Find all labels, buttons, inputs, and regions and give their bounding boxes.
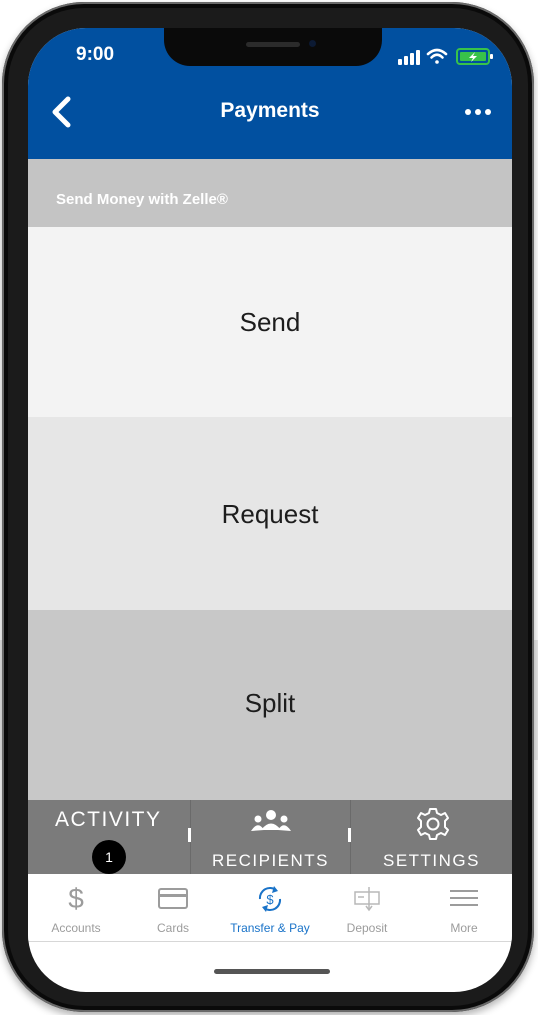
tab-settings[interactable]: SETTINGS bbox=[351, 800, 512, 874]
more-options-button[interactable] bbox=[460, 104, 496, 120]
page-title: Payments bbox=[220, 99, 320, 122]
svg-text:$: $ bbox=[68, 884, 84, 912]
transfer-pay-icon: $ bbox=[222, 884, 318, 912]
request-option[interactable]: Request bbox=[28, 417, 512, 610]
people-icon bbox=[251, 810, 291, 831]
nav-accounts[interactable]: $ Accounts bbox=[28, 874, 124, 941]
zelle-section-header: Send Money with Zelle® bbox=[28, 159, 512, 227]
deposit-icon bbox=[319, 884, 415, 912]
nav-transfer-pay[interactable]: $ Transfer & Pay bbox=[222, 874, 318, 941]
nav-cards[interactable]: Cards bbox=[125, 874, 221, 941]
settings-label: SETTINGS bbox=[382, 851, 480, 870]
nav-transfer-pay-label: Transfer & Pay bbox=[230, 921, 310, 935]
activity-label: ACTIVITY bbox=[55, 808, 162, 831]
status-icons bbox=[396, 46, 496, 66]
zelle-tab-bar: ACTIVITY 1 RECIPIENTS SETTINGS bbox=[28, 800, 512, 874]
section-header-text: Send Money with Zelle® bbox=[56, 191, 228, 208]
card-icon bbox=[125, 884, 221, 912]
dollar-icon: $ bbox=[28, 883, 124, 914]
tab-recipients[interactable]: RECIPIENTS bbox=[191, 800, 350, 874]
nav-deposit-label: Deposit bbox=[346, 921, 388, 935]
phone-frame: 9:00 Payments Send Money with Zelle® Sen… bbox=[2, 2, 534, 1012]
camera bbox=[309, 40, 316, 47]
app-screen: 9:00 Payments Send Money with Zelle® Sen… bbox=[28, 28, 512, 992]
activity-count-badge: 1 bbox=[92, 840, 126, 874]
nav-cards-label: Cards bbox=[156, 921, 189, 935]
home-indicator[interactable] bbox=[214, 969, 330, 974]
tab-activity[interactable]: ACTIVITY 1 bbox=[28, 800, 190, 874]
nav-more-label: More bbox=[450, 921, 478, 935]
nav-more[interactable]: More bbox=[416, 874, 512, 941]
split-label: Split bbox=[244, 688, 296, 718]
nav-deposit[interactable]: Deposit bbox=[319, 874, 415, 941]
gear-icon bbox=[417, 808, 449, 840]
header-bar: 9:00 Payments bbox=[28, 28, 512, 159]
notch bbox=[164, 28, 382, 66]
nav-accounts-label: Accounts bbox=[51, 921, 101, 935]
speaker bbox=[246, 42, 300, 47]
signal-icon bbox=[398, 50, 420, 65]
battery-icon bbox=[456, 48, 493, 65]
ellipsis-icon bbox=[465, 109, 491, 115]
wifi-icon bbox=[426, 48, 448, 64]
bottom-navigation: $ Accounts Cards $ Transfer & Pay Deposi… bbox=[28, 874, 512, 942]
send-label: Send bbox=[239, 307, 301, 337]
split-option[interactable]: Split bbox=[28, 610, 512, 800]
svg-text:$: $ bbox=[266, 892, 274, 907]
recipients-label: RECIPIENTS bbox=[211, 851, 330, 870]
send-option[interactable]: Send bbox=[28, 227, 512, 417]
menu-icon bbox=[416, 884, 512, 912]
request-label: Request bbox=[221, 499, 319, 529]
status-time: 9:00 bbox=[76, 44, 115, 65]
